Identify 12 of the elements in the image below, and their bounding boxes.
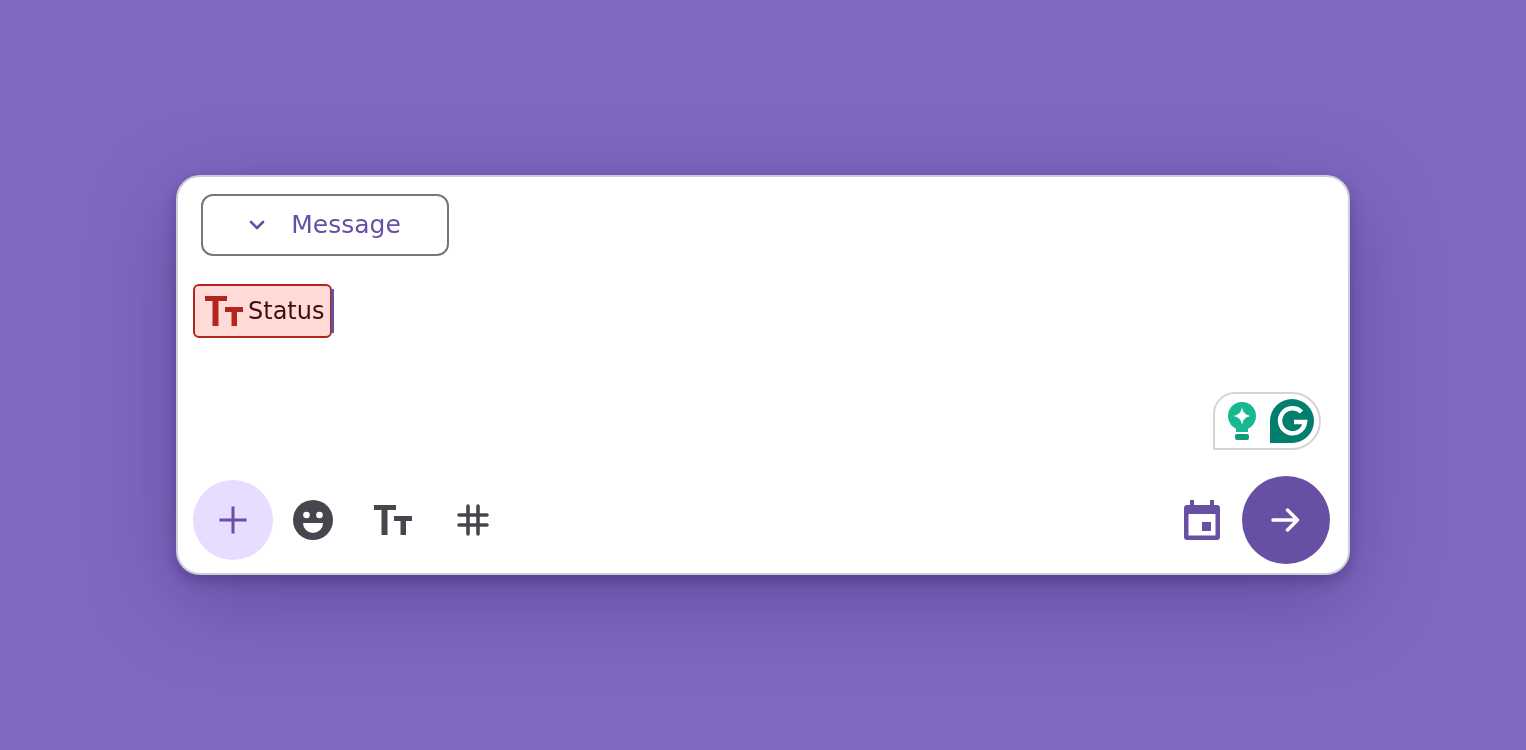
bulb-icon	[1227, 402, 1257, 440]
text-size-icon	[374, 505, 412, 535]
text-chip[interactable]: Status	[193, 284, 333, 338]
message-field[interactable]: Status	[178, 284, 1348, 338]
text-size-icon	[205, 296, 243, 326]
dropdown-button[interactable]: Message	[201, 194, 449, 256]
smiley-icon	[293, 500, 333, 540]
plus-icon	[218, 505, 248, 535]
hash-icon	[457, 504, 489, 536]
assistant-widget[interactable]	[1213, 392, 1321, 450]
letter-g-icon	[1270, 399, 1314, 443]
calendar-icon	[1184, 500, 1220, 540]
